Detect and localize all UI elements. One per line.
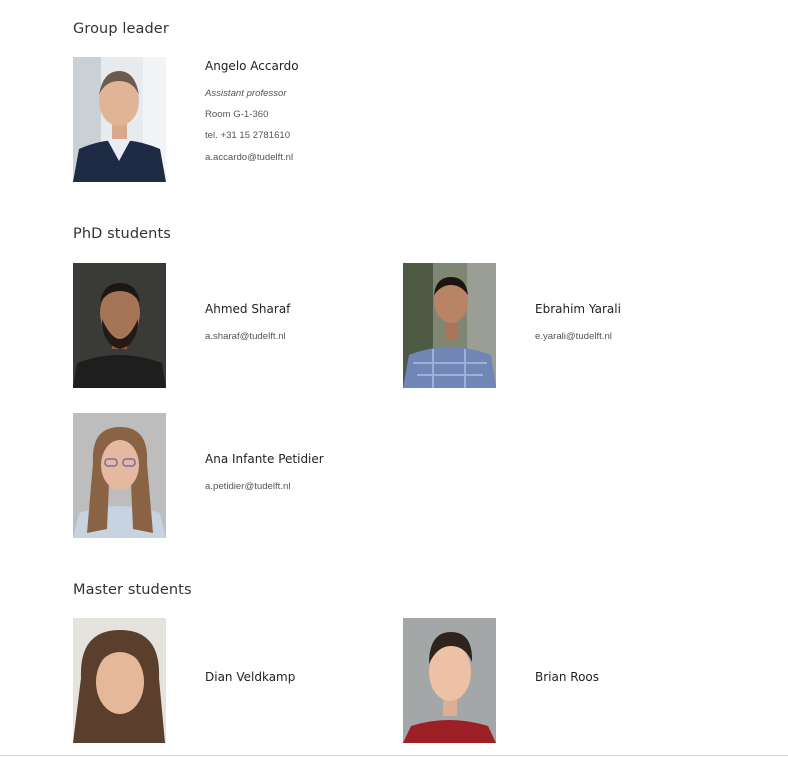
master-photo-brian: [403, 618, 496, 743]
phd-email-ana[interactable]: a.petidier@tudelft.nl: [205, 481, 290, 492]
master-photo-dian: [73, 618, 166, 743]
section-title-phd-students: PhD students: [73, 226, 171, 242]
phd-email-ebrahim[interactable]: e.yarali@tudelft.nl: [535, 331, 612, 342]
leader-phone[interactable]: tel. +31 15 2781610: [205, 130, 290, 141]
leader-email[interactable]: a.accardo@tudelft.nl: [205, 152, 293, 163]
phd-photo-ebrahim: [403, 263, 496, 388]
leader-role: Assistant professor: [205, 88, 287, 99]
leader-room: Room G-1-360: [205, 109, 269, 120]
master-name-dian: Dian Veldkamp: [205, 670, 296, 684]
phd-photo-ahmed: [73, 263, 166, 388]
leader-photo: [73, 57, 166, 182]
phd-photo-ana: [73, 413, 166, 538]
phd-name-ahmed: Ahmed Sharaf: [205, 302, 291, 316]
leader-name: Angelo Accardo: [205, 59, 299, 73]
section-title-group-leader: Group leader: [73, 21, 169, 37]
phd-email-ahmed[interactable]: a.sharaf@tudelft.nl: [205, 331, 286, 342]
section-title-master-students: Master students: [73, 582, 192, 598]
page-bottom-divider: [0, 755, 788, 756]
master-name-brian: Brian Roos: [535, 670, 600, 684]
phd-name-ana: Ana Infante Petidier: [205, 452, 324, 466]
phd-name-ebrahim: Ebrahim Yarali: [535, 302, 621, 316]
